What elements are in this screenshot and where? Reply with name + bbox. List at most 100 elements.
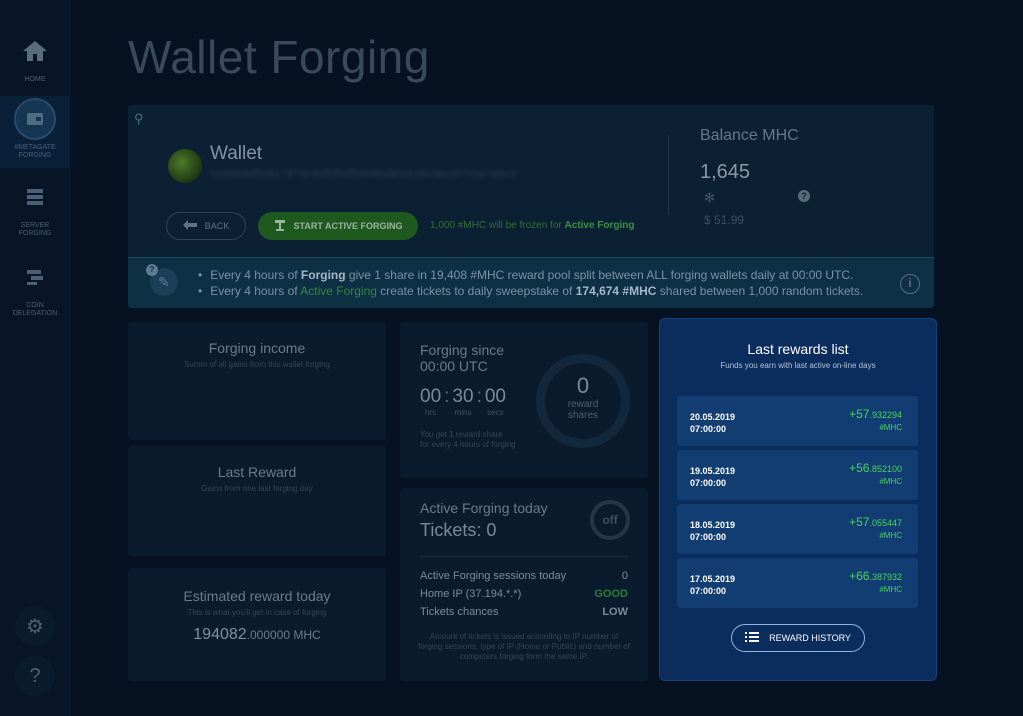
info-band: ✎ ? Every 4 hours of Forging give 1 shar… [128, 257, 934, 308]
forging-since-line2: 00:00 UTC [420, 358, 488, 374]
estimated-reward-card: Estimated reward today This is what you'… [128, 568, 386, 681]
wallet-card: ⚲ Wallet 0x00d3d5c81787dc6d5f8df53f46a9f… [128, 105, 934, 308]
active-forging-toggle[interactable]: off [590, 500, 630, 540]
balance-usd: $ 51.99 [704, 213, 745, 227]
tickets-chances-row: Tickets chances LOW [420, 606, 628, 618]
page-title: Wallet Forging [128, 31, 430, 83]
gear-icon: ⚙ [26, 615, 44, 638]
wallet-name: Wallet [210, 143, 263, 164]
timer-seconds-label: secs [487, 408, 504, 417]
estimated-value-main: 194082 [193, 626, 247, 643]
reward-list-item[interactable]: 20.05.2019 07:00:00 +57.932294 #MHC [677, 396, 918, 446]
forging-income-card: Forging income Summ of all gains from th… [128, 322, 386, 440]
reward-shares-label: reward [567, 399, 599, 410]
back-button[interactable]: BACK [166, 212, 246, 240]
reward-currency: #MHC [879, 423, 902, 432]
info-line: Every 4 hours of Active Forging create t… [198, 283, 863, 299]
timer-hours-label: hrs [425, 408, 437, 417]
timer-hours: 00 [420, 386, 442, 407]
reward-list-item[interactable]: 19.05.2019 07:00:00 +56.852100 #MHC [677, 450, 918, 500]
start-active-forging-button[interactable]: START ACTIVE FORGING [258, 212, 418, 240]
question-icon: ? [29, 664, 41, 687]
reward-date: 20.05.2019 07:00:00 [690, 412, 736, 434]
frozen-note: 1,000 #MHC will be frozen for Active For… [430, 220, 635, 231]
active-forging-title: Active Forging today [420, 500, 548, 516]
server-icon [14, 176, 56, 218]
reward-shares-label: shares [567, 410, 598, 421]
sidebar-item-coin-delegation[interactable]: COIN DELEGATION [0, 256, 70, 318]
back-label: BACK [204, 221, 230, 231]
row-value: 0 [621, 570, 628, 582]
estimated-value-decimals: .000000 MHC [246, 628, 321, 642]
sidebar-item-label: SERVER FORGING [18, 222, 52, 237]
info-list: Every 4 hours of Forging give 1 share in… [198, 267, 863, 299]
info-line: Every 4 hours of Forging give 1 share in… [198, 267, 863, 283]
sidebar-item-label: COIN DELEGATION [12, 302, 58, 317]
timer-minutes: 30 [452, 386, 474, 407]
sidebar-item-home[interactable]: HOME [0, 30, 70, 84]
rewards-subtitle: Funds you earn with last active on-line … [720, 361, 876, 370]
timer-minutes-label: mins [454, 408, 472, 417]
forging-since-line1: Forging since [420, 342, 505, 358]
reward-amount: +66.387932 [849, 569, 902, 583]
wallet-icon [14, 98, 56, 140]
forging-since-card: Forging since 00:00 UTC 00 hrs : 30 mins :… [400, 322, 648, 478]
last-reward-subtitle: Gains from one last forging day [201, 484, 313, 493]
row-label: Tickets chances [420, 606, 499, 618]
reward-shares-ring: 0 reward shares [536, 354, 630, 448]
forging-income-title: Forging income [208, 340, 306, 356]
reward-currency: #MHC [879, 477, 902, 486]
reward-amount: +57.932294 [849, 407, 902, 421]
wallet-address: 0x00d3d5c81787dc6d5f8df53f46a9fa4c8c3bc3… [210, 169, 517, 180]
reward-currency: #MHC [879, 585, 902, 594]
rewards-title: Last rewards list [747, 341, 849, 357]
last-reward-title: Last Reward [217, 464, 297, 480]
row-label: Home IP (37.194.*.*) [420, 588, 522, 600]
sidebar-item-label: #METAGATE FORGING [14, 144, 56, 159]
forging-since-note: You get 1 reward share for every 4 hours… [420, 430, 516, 449]
help-button[interactable]: ? [15, 656, 55, 696]
reward-history-label: REWARD HISTORY [769, 633, 851, 643]
frozen-note-text: 1,000 #MHC will be frozen for [430, 220, 565, 231]
coin-icon: ✻ [704, 190, 715, 205]
reward-list-item[interactable]: 17.05.2019 07:00:00 +66.387932 #MHC [677, 558, 918, 608]
arrow-left-icon [182, 220, 197, 232]
forging-income-subtitle: Summ of all gains from this wallet forgi… [184, 360, 330, 369]
reward-date: 17.05.2019 07:00:00 [690, 574, 736, 596]
divider [420, 556, 628, 557]
reward-amount: +57.055447 [849, 515, 902, 529]
info-icon[interactable]: i [900, 274, 920, 294]
divider [668, 135, 669, 215]
estimated-subtitle: This is what you'll get in case of forgi… [187, 608, 327, 617]
home-icon [14, 30, 56, 72]
sidebar-item-server-forging[interactable]: SERVER FORGING [0, 176, 70, 238]
balance-label: Balance MHC [700, 127, 799, 144]
reward-history-button[interactable]: REWARD HISTORY [731, 624, 865, 652]
forging-since-title: Forging since 00:00 UTC [420, 342, 504, 374]
last-rewards-panel: Last rewards list Funds you earn with la… [659, 318, 937, 681]
reward-list-item[interactable]: 18.05.2019 07:00:00 +57.055447 #MHC [677, 504, 918, 554]
forge-label: START ACTIVE FORGING [293, 221, 403, 231]
avatar [168, 149, 202, 183]
help-icon[interactable]: ? [798, 190, 810, 202]
reward-shares-value: 0 [576, 373, 590, 398]
list-icon [745, 631, 760, 645]
reward-date: 18.05.2019 07:00:00 [690, 520, 736, 542]
reward-currency: #MHC [879, 531, 902, 540]
estimated-value: 194082.000000 MHC [128, 626, 386, 644]
sidebar-item-metagate-forging[interactable]: #METAGATE FORGING [0, 96, 70, 168]
settings-button[interactable]: ⚙ [15, 606, 55, 646]
home-ip-row: Home IP (37.194.*.*) GOOD [420, 588, 628, 600]
row-label: Active Forging sessions today [420, 570, 567, 582]
sidebar-item-label: HOME [24, 76, 46, 83]
question-icon: ? [146, 264, 158, 276]
sessions-row: Active Forging sessions today 0 [420, 570, 628, 582]
estimated-title: Estimated reward today [183, 588, 331, 604]
chances-value: LOW [602, 606, 628, 618]
ip-status-badge: GOOD [594, 588, 628, 600]
delegation-icon [14, 256, 56, 298]
balance-value: 1,645 [700, 161, 751, 183]
tickets-count: Tickets: 0 [420, 520, 497, 540]
reward-amount: +56.852100 [849, 461, 902, 475]
pin-icon[interactable]: ⚲ [134, 111, 144, 127]
